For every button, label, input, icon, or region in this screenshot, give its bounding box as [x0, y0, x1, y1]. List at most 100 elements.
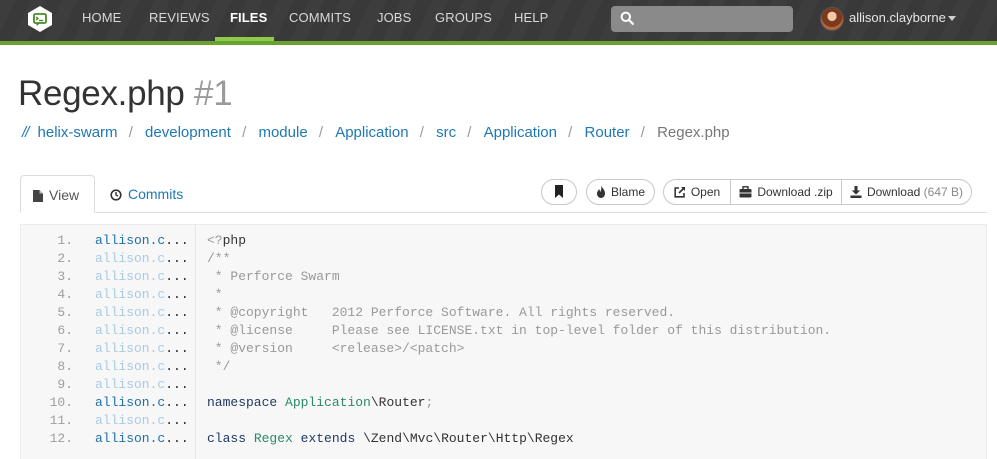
line-number: 12.	[49, 431, 73, 446]
breadcrumb-separator: /	[128, 124, 133, 141]
line-number: 3.	[57, 269, 73, 284]
blame-author[interactable]: allison.c...	[95, 358, 190, 376]
tab-commits-label: Commits	[128, 186, 184, 202]
download-button[interactable]: Download (647 B)	[841, 179, 972, 205]
breadcrumb-separator: /	[419, 124, 424, 141]
breadcrumb-item[interactable]: module	[258, 122, 307, 144]
avatar[interactable]	[820, 7, 844, 31]
download-zip-button[interactable]: Download .zip	[730, 179, 842, 205]
file-icon	[33, 190, 43, 202]
blame-author[interactable]: allison.c...	[95, 268, 190, 286]
blame-author[interactable]: allison.c...	[95, 340, 190, 358]
code-line: 8. allison.c... */	[20, 358, 987, 376]
code-text: * @license Please see LICENSE.txt in top…	[207, 323, 832, 338]
blame-author[interactable]: allison.c...	[95, 286, 190, 304]
file-revision: #1	[194, 74, 233, 113]
nav-active-indicator	[215, 37, 274, 41]
blame-author[interactable]: allison.c...	[95, 304, 190, 322]
breadcrumb-separator: /	[242, 124, 247, 141]
nav-jobs[interactable]: JOBS	[377, 0, 411, 41]
code-text: * Perforce Swarm	[207, 269, 340, 284]
blame-author[interactable]: allison.c...	[95, 430, 190, 448]
code-text: * @version <release>/<patch>	[207, 341, 465, 356]
code-line: 5. allison.c... * @copyright 2012 Perfor…	[20, 304, 987, 322]
code-text: *	[207, 287, 223, 302]
nav-files[interactable]: FILES	[230, 0, 267, 41]
chevron-down-icon[interactable]	[948, 16, 956, 21]
code-line: 6. allison.c... * @license Please see LI…	[20, 322, 987, 340]
fire-icon	[596, 185, 605, 198]
code-line: 3. allison.c... * Perforce Swarm	[20, 268, 987, 286]
user-menu[interactable]: allison.clayborne	[849, 0, 946, 36]
breadcrumb-separator: /	[640, 124, 645, 141]
briefcase-icon	[739, 186, 752, 198]
line-number: 4.	[57, 287, 73, 302]
bookmark-button[interactable]	[541, 179, 577, 205]
tab-view-label: View	[49, 187, 80, 203]
breadcrumb-separator: /	[467, 124, 472, 141]
breadcrumb-item[interactable]: Router	[585, 122, 630, 144]
download-label: Download	[866, 185, 921, 199]
code-line: 1. allison.c... <?php	[20, 232, 987, 250]
swarm-logo-icon[interactable]	[26, 5, 54, 33]
line-number: 9.	[57, 377, 73, 392]
blame-author[interactable]: allison.c...	[95, 250, 190, 268]
navbar-accent-stripe	[0, 41, 997, 45]
file-size: (647 B)	[923, 185, 964, 199]
blame-button[interactable]: Blame	[586, 179, 655, 205]
nav-reviews[interactable]: REVIEWS	[149, 0, 210, 41]
code-line: 9. allison.c...	[20, 376, 987, 394]
breadcrumb-current: Regex.php	[657, 124, 730, 141]
breadcrumb-item[interactable]: development	[145, 122, 231, 144]
breadcrumb-item[interactable]: Application	[484, 122, 557, 144]
blame-author[interactable]: allison.c...	[95, 232, 190, 250]
page-title: Regex.php #1	[18, 74, 233, 114]
breadcrumb-item[interactable]: Application	[335, 122, 408, 144]
nav-groups[interactable]: GROUPS	[435, 0, 492, 41]
blame-author[interactable]: allison.c...	[95, 322, 190, 340]
open-label: Open	[690, 185, 721, 199]
breadcrumb-separator: /	[568, 124, 573, 141]
nav-commits[interactable]: COMMITS	[289, 0, 351, 41]
blame-author[interactable]: allison.c...	[95, 376, 190, 394]
open-button[interactable]: Open	[663, 179, 731, 205]
line-number: 6.	[57, 323, 73, 338]
breadcrumb-item[interactable]: src	[436, 122, 456, 144]
breadcrumb: // helix-swarm / development / module / …	[22, 122, 730, 144]
line-number: 2.	[57, 251, 73, 266]
blame-author[interactable]: allison.c...	[95, 412, 190, 430]
line-number: 7.	[57, 341, 73, 356]
nav-help[interactable]: HELP	[514, 0, 548, 41]
line-number: 5.	[57, 305, 73, 320]
tab-view[interactable]: View	[20, 175, 95, 213]
code-line: 7. allison.c... * @version <release>/<pa…	[20, 340, 987, 358]
line-number: 8.	[57, 359, 73, 374]
code-text: class Regex extends \Zend\Mvc\Router\Htt…	[207, 431, 574, 446]
blame-author[interactable]: allison.c...	[95, 394, 190, 412]
bookmark-icon	[555, 185, 563, 198]
breadcrumb-item[interactable]: helix-swarm	[38, 122, 118, 144]
clock-icon	[110, 189, 122, 201]
file-name: Regex.php	[18, 74, 185, 113]
download-zip-label: Download .zip	[757, 185, 833, 199]
download-icon	[850, 186, 862, 198]
tab-commits[interactable]: Commits	[108, 175, 198, 213]
code-text: namespace Application\Router;	[207, 395, 434, 410]
code-text: * @copyright 2012 Perforce Software. All…	[207, 305, 676, 320]
external-link-icon	[674, 187, 685, 198]
code-line: 10. allison.c... namespace Application\R…	[20, 394, 987, 412]
code-text: /**	[207, 251, 231, 266]
code-line: 2. allison.c... /**	[20, 250, 987, 268]
line-number: 1.	[57, 233, 73, 248]
code-line: 12. allison.c... class Regex extends \Ze…	[20, 430, 987, 448]
blame-label: Blame	[610, 185, 645, 199]
search-icon	[620, 11, 634, 25]
search-input[interactable]	[639, 6, 789, 32]
nav-home[interactable]: HOME	[82, 0, 121, 41]
code-line: 4. allison.c... *	[20, 286, 987, 304]
code-text: */	[207, 359, 231, 374]
search-box[interactable]	[611, 6, 793, 32]
code-line: 11. allison.c...	[20, 412, 987, 430]
breadcrumb-separator: /	[318, 124, 324, 141]
breadcrumb-root[interactable]: //	[22, 122, 29, 144]
